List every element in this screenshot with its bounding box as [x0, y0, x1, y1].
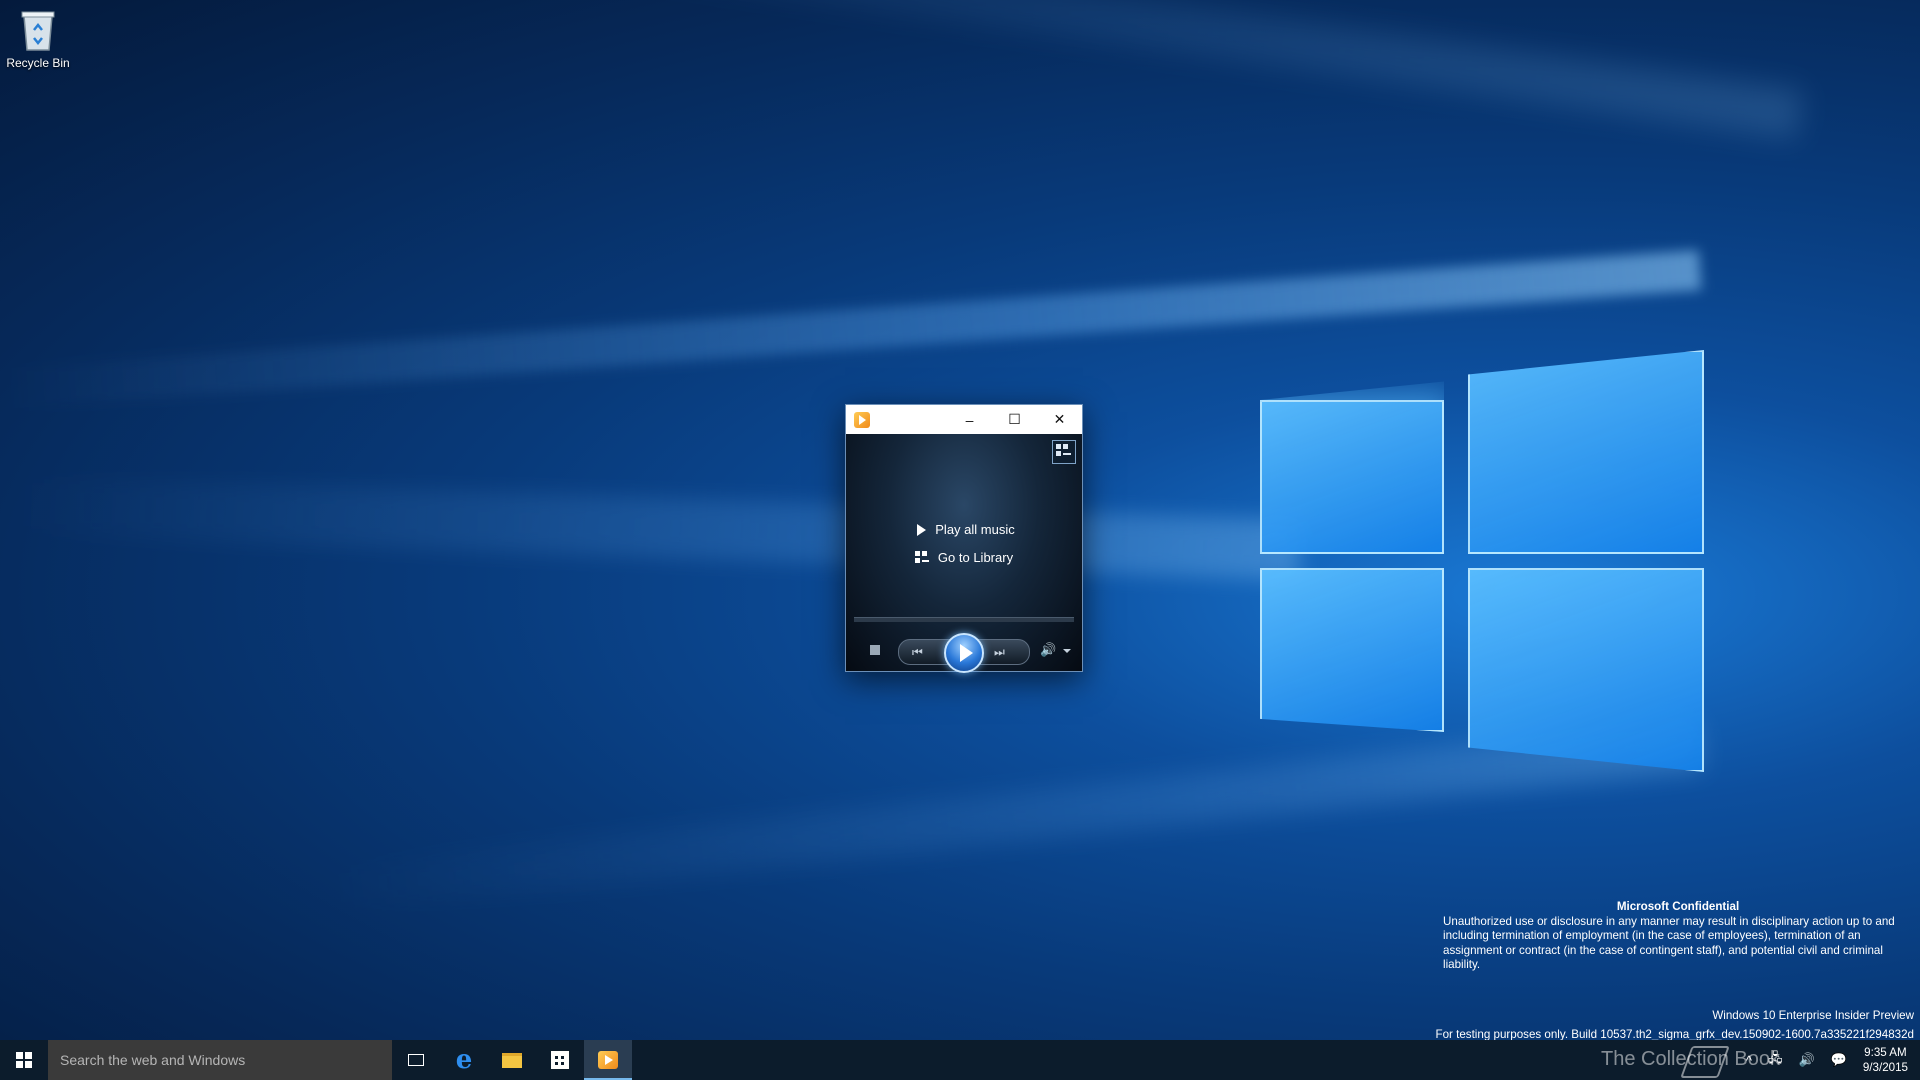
- media-player-window[interactable]: – ☐ ✕ Play all music Go to Library ⏮ ⏭ 🔊: [845, 404, 1083, 673]
- previous-button[interactable]: ⏮: [912, 645, 923, 660]
- playback-controls: ⏮ ⏭ 🔊: [846, 631, 1082, 675]
- windows-start-icon: [16, 1052, 32, 1068]
- clock-time: 9:35 AM: [1864, 1046, 1907, 1059]
- edition-text: Windows 10 Enterprise Insider Preview: [1712, 1009, 1914, 1022]
- notice-title: Microsoft Confidential: [1616, 900, 1740, 913]
- next-button[interactable]: ⏭: [994, 645, 1005, 660]
- action-label: Play all music: [935, 522, 1015, 537]
- quick-actions: Play all music Go to Library: [846, 522, 1082, 565]
- wallpaper-light-ray: [14, 0, 1804, 140]
- play-icon: [917, 523, 927, 536]
- recycle-bin-icon: [18, 8, 58, 52]
- stop-button[interactable]: [870, 645, 880, 655]
- volume-icon[interactable]: 🔊: [1798, 1052, 1814, 1068]
- wallpaper-light-ray: [0, 474, 1302, 580]
- search-box[interactable]: Search the web and Windows: [48, 1040, 392, 1080]
- switch-to-library-icon[interactable]: [1052, 440, 1076, 464]
- desktop-icon-recycle-bin[interactable]: Recycle Bin: [6, 8, 70, 70]
- network-icon[interactable]: 🖧: [1768, 1049, 1783, 1071]
- clock-date: 9/3/2015: [1862, 1061, 1908, 1074]
- file-explorer-button[interactable]: [488, 1040, 536, 1080]
- start-button[interactable]: [0, 1040, 48, 1080]
- logo-pane: [1468, 350, 1704, 554]
- notifications-icon[interactable]: 💬: [1831, 1052, 1847, 1068]
- library-icon: [914, 550, 929, 565]
- desktop-icon-label: Recycle Bin: [6, 56, 70, 70]
- search-placeholder: Search the web and Windows: [60, 1052, 246, 1068]
- file-explorer-icon: [502, 1052, 522, 1068]
- now-playing-area: Play all music Go to Library ⏮ ⏭ 🔊: [846, 434, 1082, 673]
- play-button[interactable]: [944, 633, 984, 673]
- play-all-music-link[interactable]: Play all music: [913, 522, 1015, 537]
- close-button[interactable]: ✕: [1037, 405, 1082, 434]
- confidential-notice: Microsoft Confidential Unauthorized use …: [1443, 900, 1913, 973]
- edge-icon: e: [455, 1045, 473, 1075]
- minimize-button[interactable]: –: [947, 405, 992, 434]
- system-tray: ^ 🖧 🔊 💬 9:35 AM 9/3/2015: [1738, 1040, 1920, 1080]
- go-to-library-link[interactable]: Go to Library: [914, 550, 1014, 565]
- logo-pane: [1260, 400, 1444, 554]
- edge-button[interactable]: e: [440, 1040, 488, 1080]
- maximize-button[interactable]: ☐: [992, 405, 1037, 434]
- taskbar: Search the web and Windows e The Collect…: [0, 1040, 1920, 1080]
- task-view-icon: [408, 1054, 424, 1066]
- volume-dropdown-icon[interactable]: [1063, 649, 1071, 653]
- logo-pane: [1260, 568, 1444, 732]
- logo-pane: [1468, 568, 1704, 772]
- store-button[interactable]: [536, 1040, 584, 1080]
- title-bar[interactable]: – ☐ ✕: [846, 405, 1082, 434]
- build-watermark: Windows 10 Enterprise Insider Preview Fo…: [1436, 1006, 1915, 1044]
- notice-body: Unauthorized use or disclosure in any ma…: [1443, 914, 1895, 972]
- windows-media-player-icon: [598, 1051, 618, 1069]
- seek-bar[interactable]: [854, 617, 1074, 622]
- windows-logo-wallpaper: [1260, 340, 1710, 790]
- mute-button[interactable]: 🔊: [1040, 642, 1056, 658]
- clock[interactable]: 9:35 AM 9/3/2015: [1863, 1045, 1908, 1075]
- chevron-up-icon[interactable]: ^: [1746, 1053, 1752, 1068]
- media-player-taskbar-button[interactable]: [584, 1040, 632, 1080]
- action-label: Go to Library: [937, 550, 1014, 565]
- store-icon: [551, 1051, 569, 1069]
- task-view-button[interactable]: [392, 1040, 440, 1080]
- windows-media-player-icon: [854, 411, 870, 428]
